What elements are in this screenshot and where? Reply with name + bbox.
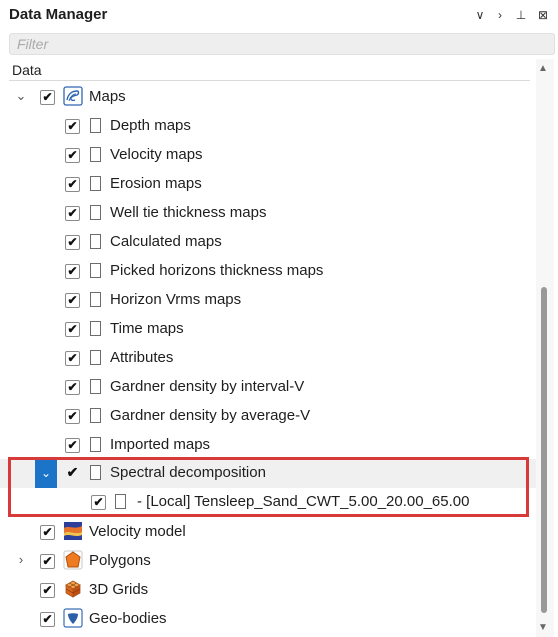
document-icon	[90, 263, 101, 278]
tree-node-label: Depth maps	[110, 117, 191, 134]
collapsed-arrow-icon[interactable]: ›	[14, 551, 28, 569]
tree-node-geo-bodies[interactable]: ✔ Geo-bodies	[0, 605, 536, 634]
expand-chevron-icon[interactable]: ›	[492, 7, 508, 23]
document-icon	[90, 147, 101, 162]
tree-node-label: 3D Grids	[89, 581, 149, 598]
document-icon	[90, 118, 101, 133]
tree-node-map-category[interactable]: ✔ Imported maps	[0, 431, 536, 460]
document-icon	[90, 234, 101, 249]
node-checkbox[interactable]: ✔	[65, 206, 80, 221]
3d-grids-icon	[65, 580, 81, 598]
tree-node-label: Polygons	[89, 552, 151, 569]
document-icon	[90, 176, 101, 191]
document-icon	[90, 205, 101, 220]
document-icon	[90, 437, 101, 452]
tree-node-label: Gardner density by interval-V	[110, 378, 305, 395]
document-icon	[90, 292, 101, 307]
node-checkbox[interactable]: ✔	[65, 322, 80, 337]
tree-node-velocity-model[interactable]: ✔ Velocity model	[0, 518, 536, 547]
tree-node-map-category[interactable]: ✔ Time maps	[0, 315, 536, 344]
tree-node-label: Time maps	[110, 320, 184, 337]
node-checkbox[interactable]: ✔	[40, 525, 55, 540]
document-icon	[90, 408, 101, 423]
tree-node-3d-grids[interactable]: ✔ 3D Grids	[0, 576, 536, 605]
node-checkbox[interactable]: ✔	[65, 409, 80, 424]
tree-node-map-category[interactable]: ✔ Horizon Vrms maps	[0, 286, 536, 315]
node-checkbox[interactable]: ✔	[40, 612, 55, 627]
document-icon	[90, 379, 101, 394]
filter-input[interactable]	[10, 34, 554, 54]
node-checkbox[interactable]: ✔	[65, 235, 80, 250]
tree-node-polygons[interactable]: › ✔ Polygons	[0, 547, 536, 576]
node-checkbox[interactable]: ✔	[40, 554, 55, 569]
panel-title: Data Manager	[9, 6, 108, 23]
maps-icon	[63, 86, 83, 106]
tree-node-map-category[interactable]: ✔ Attributes	[0, 344, 536, 373]
column-header-label: Data	[12, 62, 42, 78]
document-icon	[90, 350, 101, 365]
node-checkbox[interactable]: ✔	[65, 380, 80, 395]
node-checkbox[interactable]: ✔	[65, 264, 80, 279]
tree-node-label: Erosion maps	[110, 175, 202, 192]
node-checkbox[interactable]: ✔	[65, 177, 80, 192]
tree-node-label: Well tie thickness maps	[110, 204, 267, 221]
node-checkbox[interactable]: ✔	[65, 438, 80, 453]
tree-node-map-category[interactable]: ✔ Erosion maps	[0, 170, 536, 199]
scrollbar-thumb[interactable]	[541, 287, 547, 613]
tree-node-label: Geo-bodies	[89, 610, 167, 627]
tree-node-map-category[interactable]: ✔ Depth maps	[0, 112, 536, 141]
vertical-scrollbar[interactable]: ▲ ▼	[536, 59, 554, 637]
velocity-model-icon	[64, 522, 82, 540]
highlight-annotation-box	[8, 457, 529, 517]
tree-node-label: Picked horizons thickness maps	[110, 262, 324, 279]
panel-titlebar: Data Manager ∨ › ⊥ ⊠	[0, 0, 558, 31]
pin-icon[interactable]: ⊥	[513, 7, 529, 23]
scroll-up-arrow-icon[interactable]: ▲	[538, 63, 548, 74]
node-checkbox[interactable]: ✔	[65, 148, 80, 163]
node-checkbox[interactable]: ✔	[65, 293, 80, 308]
tree-node-label: Maps	[89, 88, 126, 105]
tree-node-map-category[interactable]: ✔ Calculated maps	[0, 228, 536, 257]
scroll-down-arrow-icon[interactable]: ▼	[538, 622, 548, 633]
close-panel-icon[interactable]: ⊠	[535, 7, 551, 23]
tree-node-label: Calculated maps	[110, 233, 222, 250]
maps-checkbox[interactable]: ✔	[40, 90, 55, 105]
tree-node-map-category[interactable]: ✔ Well tie thickness maps	[0, 199, 536, 228]
node-checkbox[interactable]: ✔	[40, 583, 55, 598]
tree-node-label: Velocity maps	[110, 146, 203, 163]
tree-node-label: Velocity model	[89, 523, 186, 540]
document-icon	[90, 321, 101, 336]
tree-node-label: Horizon Vrms maps	[110, 291, 242, 308]
tree-node-map-category[interactable]: ✔ Velocity maps	[0, 141, 536, 170]
tree-column-header[interactable]: Data	[9, 59, 530, 81]
expand-arrow-icon[interactable]: ⌄	[14, 87, 28, 105]
geo-bodies-icon	[63, 608, 83, 628]
node-checkbox[interactable]: ✔	[65, 351, 80, 366]
node-checkbox[interactable]: ✔	[65, 119, 80, 134]
tree-node-label: Attributes	[110, 349, 174, 366]
tree-node-map-category[interactable]: ✔ Gardner density by interval-V	[0, 373, 536, 402]
data-tree: ⌄ ✔ Maps ✔ Depth maps ✔ Velocity maps ✔ …	[0, 83, 536, 637]
tree-node-map-category[interactable]: ✔ Picked horizons thickness maps	[0, 257, 536, 286]
tree-node-label: Gardner density by average-V	[110, 407, 311, 424]
tree-node-label: Imported maps	[110, 436, 211, 453]
tree-node-map-category[interactable]: ✔ Gardner density by average-V	[0, 402, 536, 431]
filter-box[interactable]	[9, 33, 555, 55]
collapse-chevron-icon[interactable]: ∨	[472, 7, 488, 23]
polygons-icon	[63, 550, 83, 570]
tree-node-maps[interactable]: ⌄ ✔ Maps	[0, 83, 536, 112]
